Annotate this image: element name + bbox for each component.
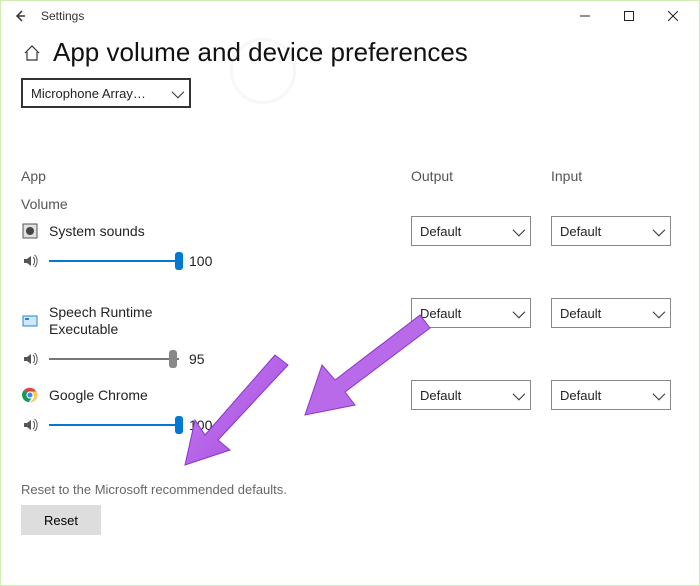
back-button[interactable]	[5, 9, 35, 23]
speaker-icon[interactable]	[21, 350, 39, 368]
chevron-down-icon	[653, 306, 662, 321]
output-value: Default	[420, 224, 461, 239]
input-select[interactable]: Default	[551, 216, 671, 246]
column-header-volume: Volume	[21, 196, 401, 212]
reset-description: Reset to the Microsoft recommended defau…	[21, 482, 679, 497]
column-header-app: App	[21, 168, 401, 184]
output-select[interactable]: Default	[411, 216, 531, 246]
app-name: Speech Runtime Executable	[49, 304, 179, 338]
chevron-down-icon	[653, 388, 662, 403]
chevron-down-icon	[513, 306, 522, 321]
volume-value: 100	[189, 253, 212, 269]
chrome-icon	[21, 386, 39, 404]
input-value: Default	[560, 306, 601, 321]
home-icon[interactable]	[21, 42, 43, 64]
app-name: Google Chrome	[49, 387, 148, 403]
minimize-icon	[580, 11, 590, 21]
input-select[interactable]: Default	[551, 298, 671, 328]
input-value: Default	[560, 224, 601, 239]
app-name: System sounds	[49, 223, 145, 239]
reset-button[interactable]: Reset	[21, 505, 101, 535]
chevron-down-icon	[513, 388, 522, 403]
page-title: App volume and device preferences	[53, 37, 468, 68]
volume-slider[interactable]	[49, 416, 179, 434]
back-arrow-icon	[13, 9, 27, 23]
speaker-icon[interactable]	[21, 416, 39, 434]
column-header-input: Input	[551, 168, 681, 212]
volume-slider[interactable]	[49, 350, 179, 368]
output-select[interactable]: Default	[411, 380, 531, 410]
close-button[interactable]	[651, 1, 695, 31]
output-select[interactable]: Default	[411, 298, 531, 328]
output-value: Default	[420, 306, 461, 321]
close-icon	[668, 11, 678, 21]
device-dropdown-value: Microphone Array…	[31, 86, 146, 101]
chevron-down-icon	[513, 224, 522, 239]
column-header-output: Output	[411, 168, 541, 212]
speaker-icon[interactable]	[21, 252, 39, 270]
maximize-icon	[624, 11, 634, 21]
maximize-button[interactable]	[607, 1, 651, 31]
chevron-down-icon	[653, 224, 662, 239]
chevron-down-icon	[172, 86, 181, 101]
speech-runtime-icon	[21, 312, 39, 330]
output-value: Default	[420, 388, 461, 403]
system-sounds-icon	[21, 222, 39, 240]
input-select[interactable]: Default	[551, 380, 671, 410]
window-title: Settings	[35, 9, 84, 23]
minimize-button[interactable]	[563, 1, 607, 31]
input-value: Default	[560, 388, 601, 403]
volume-slider[interactable]	[49, 252, 179, 270]
device-dropdown[interactable]: Microphone Array…	[21, 78, 191, 108]
volume-value: 95	[189, 351, 205, 367]
title-bar: Settings	[1, 1, 699, 31]
volume-value: 100	[189, 417, 212, 433]
